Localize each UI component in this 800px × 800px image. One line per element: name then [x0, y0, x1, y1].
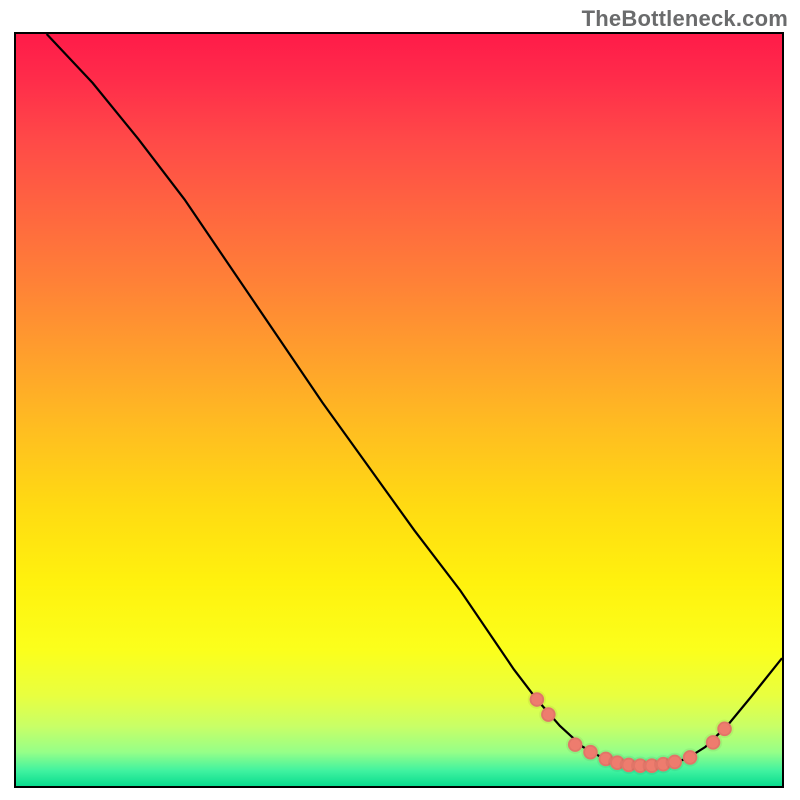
- watermark-label: TheBottleneck.com: [582, 6, 788, 32]
- chart-background: [16, 34, 782, 786]
- chart-plot-area: [14, 32, 784, 788]
